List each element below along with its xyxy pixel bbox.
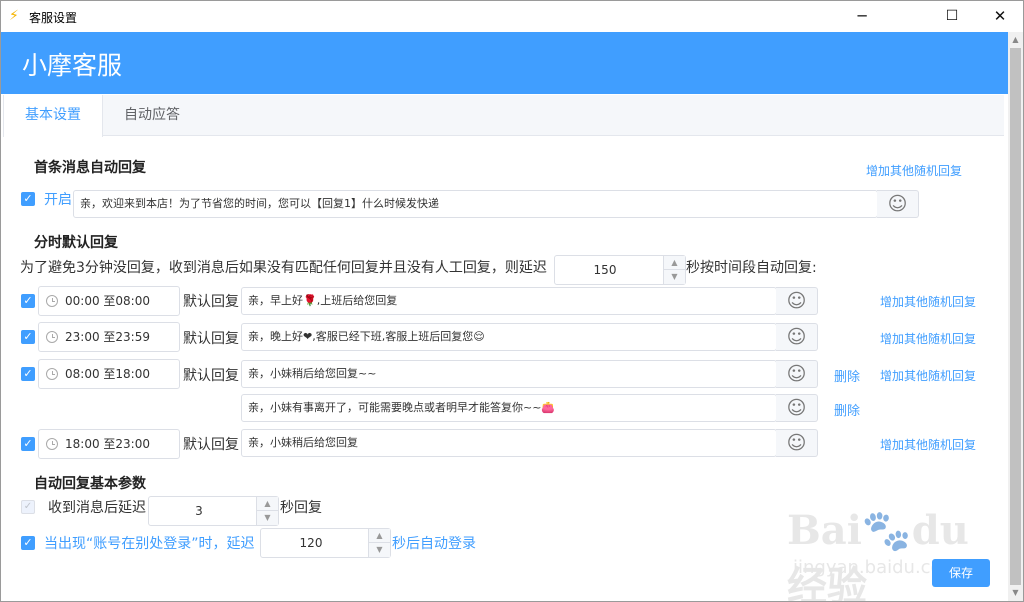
row1-checkbox[interactable]: ✓ bbox=[21, 294, 35, 308]
timed-delay-stepper[interactable]: 150 ▲ ▼ bbox=[554, 255, 686, 285]
timed-desc-suffix: 秒按时间段自动回复: bbox=[686, 260, 817, 276]
reply-delay-value: 3 bbox=[195, 504, 203, 518]
row2-time-range[interactable]: 23:00 至23:59 bbox=[38, 322, 180, 352]
relogin-checkbox[interactable]: ✓ bbox=[21, 536, 35, 550]
row1-message-input[interactable]: 亲，早上好🌹,上班后给您回复 bbox=[241, 287, 777, 315]
timed-reply-title: 分时默认回复 bbox=[34, 235, 118, 251]
smiley-icon[interactable]: ☺ bbox=[776, 394, 818, 422]
header-banner: 小摩客服 bbox=[1, 32, 1008, 94]
row2-default-label: 默认回复 bbox=[183, 331, 239, 347]
app-title: 小摩客服 bbox=[22, 51, 123, 80]
stepper-up-icon[interactable]: ▲ bbox=[663, 256, 685, 270]
row3-message-input[interactable]: 亲，小妹稍后给您回复~~ bbox=[241, 360, 777, 388]
row1-default-label: 默认回复 bbox=[183, 294, 239, 310]
lightning-icon: ⚡ bbox=[9, 8, 19, 24]
first-msg-input[interactable]: 亲，欢迎来到本店！为了节省您的时间，您可以【回复1】什么时候发快递 bbox=[73, 190, 878, 218]
smiley-icon[interactable]: ☺ bbox=[776, 287, 818, 315]
row3-checkbox[interactable]: ✓ bbox=[21, 367, 35, 381]
stepper-up-icon[interactable]: ▲ bbox=[256, 497, 278, 511]
tab-basic-settings[interactable]: 基本设置 bbox=[3, 95, 103, 137]
clock-icon bbox=[46, 368, 58, 380]
row3-add-link[interactable]: 增加其他随机回复 bbox=[880, 367, 976, 384]
add-random-reply-link[interactable]: 增加其他随机回复 bbox=[866, 162, 962, 179]
row3-delete-link[interactable]: 删除 bbox=[834, 366, 860, 385]
watermark-logo: Bai🐾du 经验 bbox=[787, 507, 969, 602]
smiley-icon[interactable]: ☺ bbox=[776, 323, 818, 351]
tab-auto-reply[interactable]: 自动应答 bbox=[103, 95, 201, 136]
scrollbar-thumb[interactable] bbox=[1010, 48, 1021, 585]
stepper-down-icon[interactable]: ▼ bbox=[663, 270, 685, 284]
scroll-down-icon[interactable]: ▼ bbox=[1008, 585, 1023, 601]
clock-icon bbox=[46, 331, 58, 343]
tab-bar: 基本设置 自动应答 bbox=[3, 95, 1004, 137]
row1-time-range[interactable]: 00:00 至08:00 bbox=[38, 286, 180, 316]
basic-params-title: 自动回复基本参数 bbox=[34, 476, 146, 492]
title-bar: ⚡ 客服设置 ─ ☐ ✕ bbox=[1, 1, 1023, 32]
row1-add-link[interactable]: 增加其他随机回复 bbox=[880, 293, 976, 310]
save-button[interactable]: 保存 bbox=[932, 559, 990, 587]
window-title: 客服设置 bbox=[29, 11, 78, 25]
row4-checkbox[interactable]: ✓ bbox=[21, 437, 35, 451]
scroll-up-icon[interactable]: ▲ bbox=[1008, 32, 1023, 48]
row3-default-label: 默认回复 bbox=[183, 368, 239, 384]
maximize-button[interactable]: ☐ bbox=[929, 1, 975, 32]
row4-add-link[interactable]: 增加其他随机回复 bbox=[880, 436, 976, 453]
relogin-prefix[interactable]: 当出现“账号在别处登录”时，延迟 bbox=[44, 533, 255, 553]
stepper-up-icon[interactable]: ▲ bbox=[368, 529, 390, 543]
smiley-icon[interactable]: ☺ bbox=[776, 360, 818, 388]
stepper-down-icon[interactable]: ▼ bbox=[368, 543, 390, 557]
row4-time-text: 18:00 至23:00 bbox=[65, 437, 150, 451]
row2-time-text: 23:00 至23:59 bbox=[65, 330, 150, 344]
row2-message-input[interactable]: 亲，晚上好❤,客服已经下班,客服上班后回复您😌 bbox=[241, 323, 777, 351]
row3-message2-input[interactable]: 亲，小妹有事离开了，可能需要晚点或者明早才能答复你~~👛 bbox=[241, 394, 777, 422]
timed-desc-prefix: 为了避免3分钟没回复，收到消息后如果没有匹配任何回复并且没有人工回复，则延迟 bbox=[20, 260, 547, 276]
first-msg-enable-checkbox[interactable]: ✓ bbox=[21, 192, 35, 206]
first-msg-title: 首条消息自动回复 bbox=[34, 160, 146, 176]
relogin-suffix: 秒后自动登录 bbox=[392, 536, 476, 552]
row1-time-text: 00:00 至08:00 bbox=[65, 294, 150, 308]
minimize-button[interactable]: ─ bbox=[839, 1, 885, 32]
reply-delay-checkbox: ✓ bbox=[21, 500, 35, 514]
row2-checkbox[interactable]: ✓ bbox=[21, 330, 35, 344]
row4-message-input[interactable]: 亲，小妹稍后给您回复 bbox=[241, 429, 777, 457]
row3-time-text: 08:00 至18:00 bbox=[65, 367, 150, 381]
reply-delay-prefix: 收到消息后延迟 bbox=[48, 500, 146, 516]
first-msg-enable-label[interactable]: 开启 bbox=[44, 189, 72, 209]
smiley-icon[interactable]: ☺ bbox=[877, 190, 919, 218]
row4-default-label: 默认回复 bbox=[183, 437, 239, 453]
reply-delay-suffix: 秒回复 bbox=[280, 500, 322, 516]
relogin-delay-stepper[interactable]: 120 ▲ ▼ bbox=[260, 528, 391, 558]
timed-delay-value: 150 bbox=[593, 263, 617, 277]
relogin-delay-value: 120 bbox=[299, 536, 323, 550]
row3-time-range[interactable]: 08:00 至18:00 bbox=[38, 359, 180, 389]
row3-delete-link-2[interactable]: 删除 bbox=[834, 400, 860, 419]
smiley-icon[interactable]: ☺ bbox=[776, 429, 818, 457]
stepper-down-icon[interactable]: ▼ bbox=[256, 511, 278, 525]
clock-icon bbox=[46, 295, 58, 307]
row2-add-link[interactable]: 增加其他随机回复 bbox=[880, 330, 976, 347]
close-button[interactable]: ✕ bbox=[977, 1, 1023, 32]
settings-window: ⚡ 客服设置 ─ ☐ ✕ 小摩客服 ▲ ▼ 基本设置 自动应答 首条消息自动回复… bbox=[0, 0, 1024, 602]
reply-delay-stepper[interactable]: 3 ▲ ▼ bbox=[148, 496, 279, 526]
clock-icon bbox=[46, 438, 58, 450]
row4-time-range[interactable]: 18:00 至23:00 bbox=[38, 429, 180, 459]
